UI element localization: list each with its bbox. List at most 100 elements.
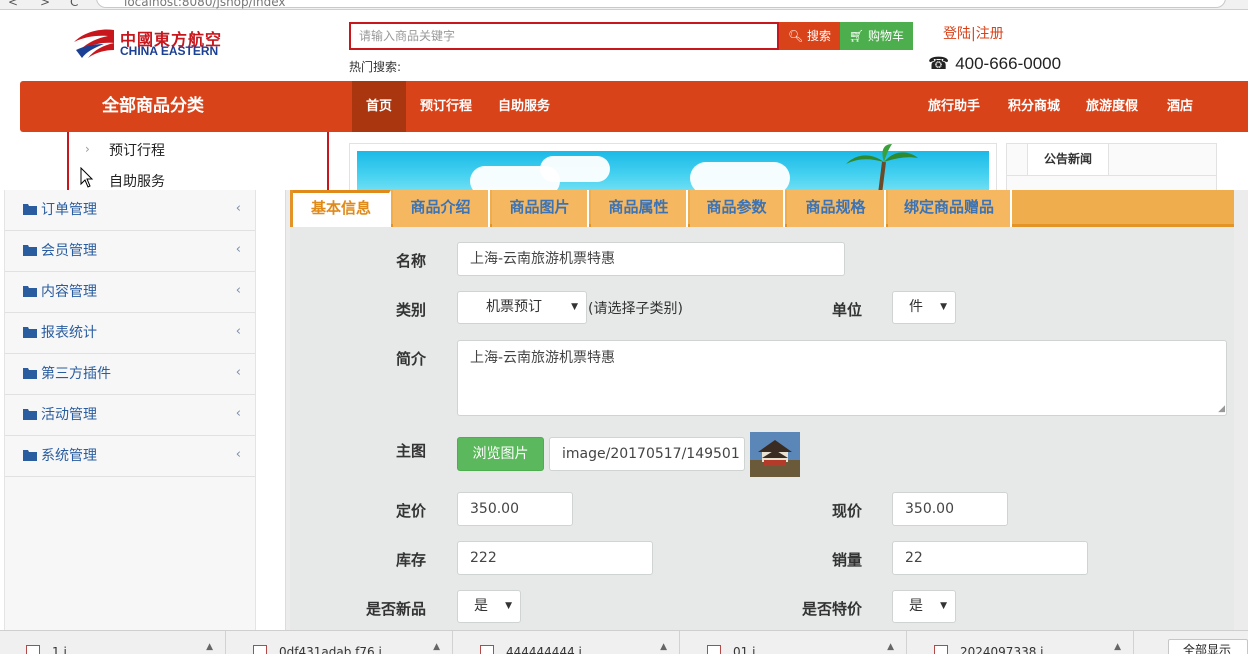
- chevron-left-icon: ‹: [235, 324, 241, 339]
- news-divider: [1007, 175, 1216, 176]
- tab-basic-info[interactable]: 基本信息: [293, 190, 391, 227]
- is-special-value: 是: [909, 598, 923, 614]
- logo-english: CHINA EASTERN: [120, 44, 219, 58]
- category-self-service[interactable]: 自助服务: [109, 171, 165, 191]
- palm-tree-icon: [846, 144, 918, 192]
- search-button-label: 搜索: [807, 29, 832, 43]
- is-special-select[interactable]: 是 ▼: [892, 590, 956, 623]
- admin-menu-label: 活动管理: [41, 407, 97, 423]
- admin-menu-label: 报表统计: [41, 325, 97, 341]
- chevron-up-icon[interactable]: ▲: [433, 642, 440, 652]
- image-path-input[interactable]: image/20170517/149501: [549, 437, 745, 471]
- forward-icon[interactable]: >: [40, 0, 50, 8]
- admin-menu-item[interactable]: 内容管理 ‹: [5, 272, 255, 313]
- unit-select[interactable]: 件 ▼: [892, 291, 956, 324]
- admin-menu-label: 会员管理: [41, 243, 97, 259]
- nav-vacation[interactable]: 旅游度假: [1080, 81, 1144, 132]
- tab-product-specs[interactable]: 商品规格: [787, 190, 886, 227]
- chevron-right-icon: ›: [85, 142, 90, 156]
- stock-label: 库存: [395, 551, 426, 569]
- china-eastern-logo[interactable]: 中國東方航空 CHINA EASTERN: [70, 24, 240, 64]
- is-new-value: 是: [474, 598, 488, 614]
- banner-cloud: [540, 156, 610, 182]
- admin-menu-item[interactable]: 系统管理 ‹: [5, 436, 255, 477]
- tab-product-intro[interactable]: 商品介绍: [393, 190, 490, 227]
- folder-icon: [23, 286, 37, 297]
- admin-menu-label: 内容管理: [41, 284, 97, 300]
- sales-input[interactable]: 22: [892, 541, 1088, 575]
- download-filename: 0df431adab.f76.j...: [279, 645, 394, 654]
- admin-menu-item[interactable]: 第三方插件 ‹: [5, 354, 255, 395]
- folder-icon: [23, 204, 37, 215]
- category-booking[interactable]: 预订行程: [109, 140, 165, 160]
- nav-self-service[interactable]: 自助服务: [492, 81, 556, 132]
- category-select[interactable]: 机票预订 ▼: [457, 291, 587, 324]
- admin-menu-item[interactable]: 报表统计 ‹: [5, 313, 255, 354]
- dropdown-arrow-icon: ▼: [505, 601, 512, 611]
- chevron-left-icon: ‹: [235, 201, 241, 216]
- image-file-icon: [26, 645, 40, 654]
- admin-menu-item[interactable]: 订单管理 ‹: [5, 190, 255, 231]
- show-all-button[interactable]: 全部显示: [1168, 639, 1248, 654]
- admin-menu-item[interactable]: 会员管理 ‹: [5, 231, 255, 272]
- main-image-thumbnail[interactable]: [750, 432, 800, 477]
- chevron-up-icon[interactable]: ▲: [887, 642, 894, 652]
- folder-icon: [23, 245, 37, 256]
- download-item[interactable]: 2024097338.j... ▲: [908, 631, 1134, 654]
- stock-input[interactable]: 222: [457, 541, 653, 575]
- nav-booking[interactable]: 预订行程: [414, 81, 478, 132]
- hot-search-label: 热门搜索:: [349, 60, 402, 74]
- admin-menu-label: 第三方插件: [41, 366, 111, 382]
- cart-button-label: 购物车: [868, 29, 905, 43]
- tab-product-images[interactable]: 商品图片: [492, 190, 589, 227]
- download-bar: 1.j... ▲ 0df431adab.f76.j... ▲ 444444444.j..…: [0, 630, 1248, 654]
- download-item[interactable]: 1.j... ▲: [0, 631, 226, 654]
- search-button[interactable]: 🔍︎ 搜索: [779, 22, 840, 50]
- search-icon: 🔍︎: [787, 29, 804, 43]
- phone-icon: ☎: [928, 54, 950, 73]
- chevron-up-icon[interactable]: ▲: [1114, 642, 1121, 652]
- promo-banner[interactable]: [349, 143, 997, 193]
- category-panel: › 预订行程 自助服务: [67, 132, 329, 192]
- intro-textarea[interactable]: 上海-云南旅游机票特惠 ◢: [457, 340, 1227, 416]
- all-categories-title[interactable]: 全部商品分类: [102, 81, 204, 132]
- search-input[interactable]: 请输入商品关键字: [349, 22, 779, 50]
- main-image-label: 主图: [395, 442, 426, 460]
- download-item[interactable]: 01.j... ▲: [681, 631, 907, 654]
- admin-menu-label: 系统管理: [41, 448, 97, 464]
- news-tab[interactable]: 公告新闻: [1027, 144, 1109, 175]
- nav-points-mall[interactable]: 积分商城: [1002, 81, 1066, 132]
- tab-product-params[interactable]: 商品参数: [690, 190, 785, 227]
- list-price-input[interactable]: 350.00: [457, 492, 573, 526]
- nav-travel-assistant[interactable]: 旅行助手: [922, 81, 986, 132]
- address-text[interactable]: localhost:8080/jshop/index: [124, 0, 286, 8]
- banner-cloud: [690, 162, 790, 192]
- nav-home[interactable]: 首页: [352, 81, 406, 132]
- chevron-left-icon: ‹: [235, 283, 241, 298]
- tab-product-attributes[interactable]: 商品属性: [591, 190, 688, 227]
- chevron-up-icon[interactable]: ▲: [660, 642, 667, 652]
- reload-icon[interactable]: C: [70, 0, 78, 8]
- resize-handle-icon[interactable]: ◢: [1218, 405, 1225, 414]
- chevron-left-icon: ‹: [235, 365, 241, 380]
- now-price-label: 现价: [831, 502, 862, 520]
- register-link[interactable]: 注册: [976, 26, 1004, 42]
- browse-image-button[interactable]: 浏览图片: [457, 437, 544, 471]
- tab-bind-gifts[interactable]: 绑定商品赠品: [888, 190, 1012, 227]
- hotline: ☎ 400-666-0000: [928, 54, 1061, 74]
- cart-button[interactable]: 🛒︎ 购物车: [840, 22, 913, 50]
- chevron-up-icon[interactable]: ▲: [206, 642, 213, 652]
- browser-toolbar: < > C localhost:8080/jshop/index: [0, 0, 1248, 10]
- is-new-select[interactable]: 是 ▼: [457, 590, 521, 623]
- nav-hotel[interactable]: 酒店: [1160, 81, 1200, 132]
- product-tabs: 基本信息 商品介绍 商品图片 商品属性 商品参数 商品规格 绑定商品赠品: [290, 190, 1234, 227]
- folder-icon: [23, 327, 37, 338]
- back-icon[interactable]: <: [8, 0, 18, 8]
- name-input[interactable]: 上海-云南旅游机票特惠: [457, 242, 845, 276]
- auth-links: 登陆|注册: [943, 23, 1004, 43]
- now-price-input[interactable]: 350.00: [892, 492, 1008, 526]
- login-link[interactable]: 登陆: [943, 26, 971, 42]
- download-item[interactable]: 0df431adab.f76.j... ▲: [227, 631, 453, 654]
- admin-menu-item[interactable]: 活动管理 ‹: [5, 395, 255, 436]
- download-item[interactable]: 444444444.j... ▲: [454, 631, 680, 654]
